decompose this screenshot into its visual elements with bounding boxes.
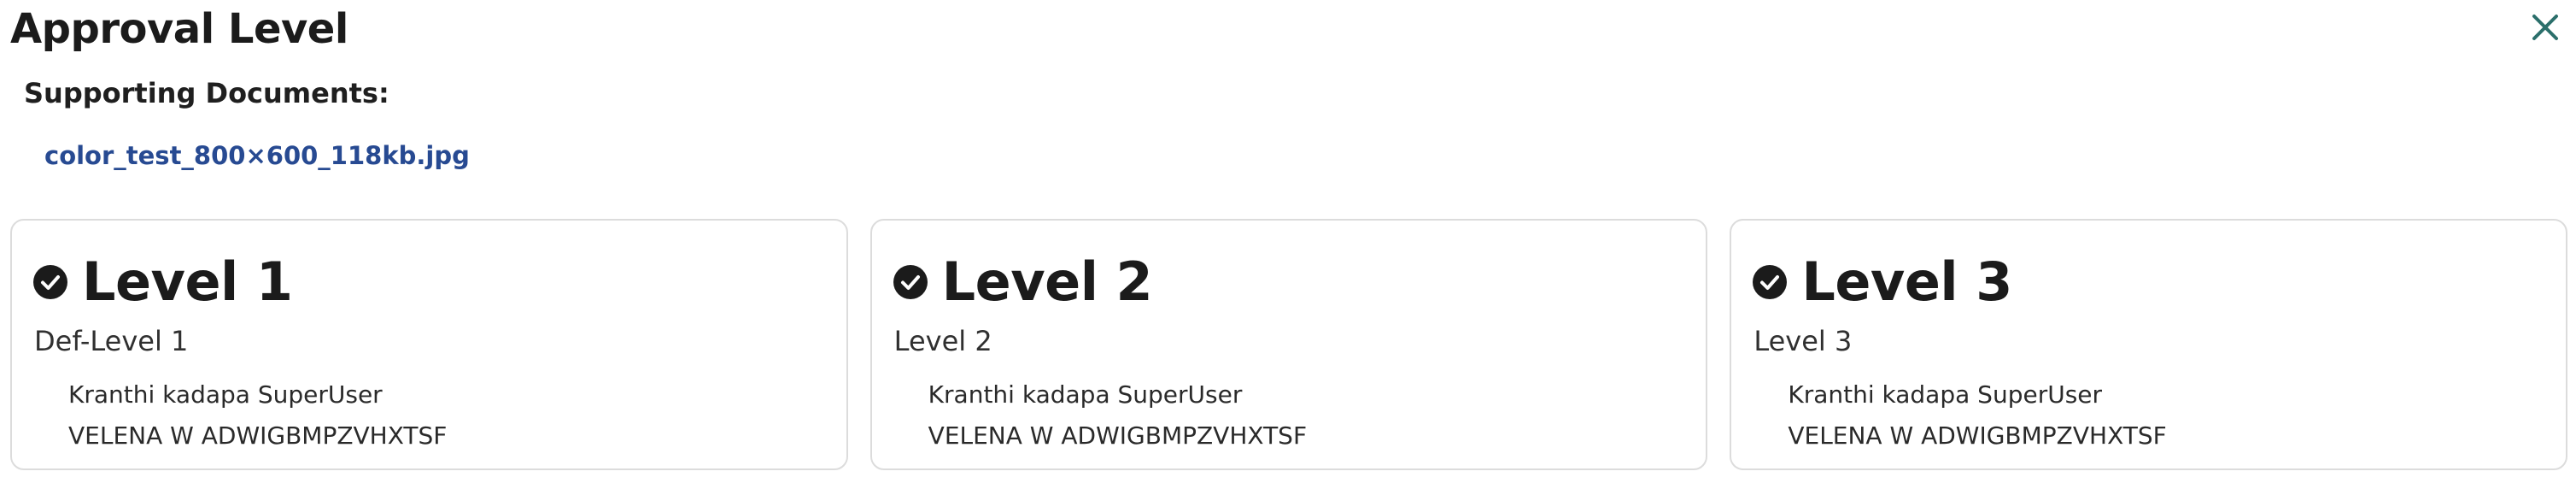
supporting-documents-label: Supporting Documents: (24, 77, 389, 109)
check-circle-icon (33, 265, 67, 299)
level-title: Level 1 (82, 250, 293, 313)
level-card-header: Level 2 (893, 251, 1153, 313)
check-circle-icon (893, 265, 928, 299)
level-subtitle: Def-Level 1 (34, 325, 189, 357)
level-card-3: Level 3 Level 3 Kranthi kadapa SuperUser… (1730, 219, 2568, 470)
approver-item: Kranthi kadapa SuperUser (68, 380, 383, 409)
level-card-2: Level 2 Level 2 Kranthi kadapa SuperUser… (869, 219, 1708, 470)
page-title: Approval Level (10, 5, 348, 53)
approver-item: Kranthi kadapa SuperUser (928, 380, 1243, 409)
close-icon[interactable] (2531, 13, 2560, 42)
approver-list: Kranthi kadapa SuperUser VELENA W ADWIGB… (68, 374, 447, 457)
level-subtitle: Level 2 (893, 325, 992, 357)
level-subtitle: Level 3 (1753, 325, 1853, 357)
approver-item: VELENA W ADWIGBMPZVHXTSF (928, 421, 1308, 450)
approver-item: Kranthi kadapa SuperUser (1788, 380, 2103, 409)
approver-list: Kranthi kadapa SuperUser VELENA W ADWIGB… (928, 374, 1307, 457)
approver-item: VELENA W ADWIGBMPZVHXTSF (1788, 421, 2167, 450)
approver-list: Kranthi kadapa SuperUser VELENA W ADWIGB… (1788, 374, 2166, 457)
level-card-header: Level 3 (1752, 251, 2012, 313)
close-button[interactable] (2526, 9, 2564, 46)
modal-header: Approval Level (10, 0, 2564, 60)
approval-levels: Level 1 Def-Level 1 Kranthi kadapa Super… (10, 219, 2568, 472)
approver-item: VELENA W ADWIGBMPZVHXTSF (68, 421, 448, 450)
level-card-1: Level 1 Def-Level 1 Kranthi kadapa Super… (10, 219, 848, 470)
level-title: Level 3 (1801, 250, 2012, 313)
check-circle-icon (1753, 265, 1788, 299)
document-link[interactable]: color_test_800×600_118kb.jpg (44, 138, 470, 173)
level-title: Level 2 (941, 250, 1153, 313)
level-card-header: Level 1 (32, 251, 293, 313)
